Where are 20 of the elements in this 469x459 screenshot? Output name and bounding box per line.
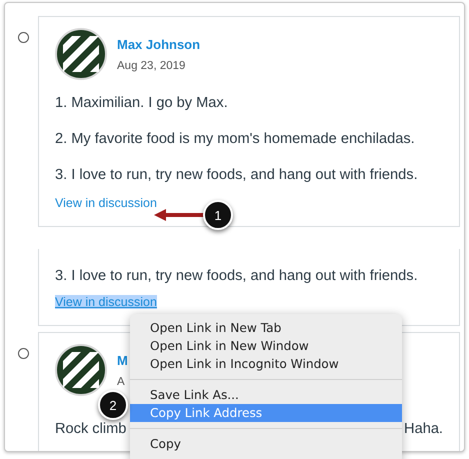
menu-item[interactable]: Open Link in New Window	[130, 337, 402, 355]
menu-item[interactable]: Open Link in New Tab	[130, 319, 402, 337]
post-date: A	[117, 376, 126, 388]
entry-text: 2. My favorite food is my mom's homemade enchiladas.	[55, 130, 416, 149]
entry-text: Rock climb	[55, 420, 126, 439]
avatar	[55, 28, 107, 80]
view-in-discussion-link[interactable]: View in discussion	[55, 196, 157, 210]
radio-button[interactable]	[18, 348, 29, 359]
menu-item[interactable]: Save Link As...	[130, 386, 402, 404]
post-date: Aug 23, 2019	[117, 60, 186, 72]
entry-text: 3. I love to run, try new foods, and hang out with friends.	[55, 267, 419, 286]
avatar	[55, 344, 107, 396]
author-name[interactable]: M	[117, 352, 128, 368]
entry-text: Haha.	[404, 420, 443, 439]
entry-text: 1. Maximilian. I go by Max.	[55, 94, 229, 113]
menu-item[interactable]: Copy	[130, 435, 402, 453]
entry-text: 3. I love to run, try new foods, and hang out with friends.	[55, 166, 419, 185]
radio-button[interactable]	[18, 32, 29, 43]
menu-item[interactable]: Open Link in Incognito Window	[130, 355, 402, 373]
author-name[interactable]: Max Johnson	[117, 36, 200, 52]
